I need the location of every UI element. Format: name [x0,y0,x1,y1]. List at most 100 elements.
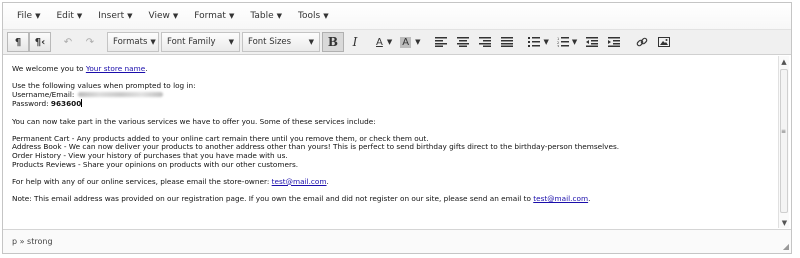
italic-button[interactable]: I [344,32,366,52]
vertical-scrollbar[interactable]: ▲ ≡ ▼ [778,56,789,228]
align-justify-button[interactable] [496,32,518,52]
background-color-button[interactable]: A ▼ [396,32,424,52]
rich-text-editor: File ▼ Edit ▼ Insert ▼ View ▼ Format ▼ Table ▼… [2,2,792,254]
editor-content[interactable]: We welcome you to Your store name. Use t… [3,56,779,228]
redo-icon: ↷ [85,36,95,48]
caret-down-icon: ▼ [386,38,393,46]
menu-file[interactable]: File ▼ [9,5,48,27]
image-icon [658,37,671,47]
menu-table-label: Table [250,11,274,21]
element-path[interactable]: p » strong [12,237,53,246]
indent-button[interactable] [603,32,625,52]
italic-icon: I [352,35,358,49]
outdent-icon [586,37,599,47]
service-item: Products Reviews - Share your opinions o… [12,159,299,169]
align-center-icon [457,37,470,47]
scrollbar-thumb[interactable] [780,69,788,213]
bullet-list-button[interactable]: ▼ [524,32,552,52]
link-icon [636,37,648,47]
background-color-icon: A [400,36,412,48]
undo-button[interactable]: ↶ [57,32,79,52]
menu-edit-label: Edit [56,11,74,21]
help-suffix: . [326,176,329,186]
font-family-label: Font Family [167,37,216,47]
scroll-down-icon[interactable]: ▼ [779,217,790,228]
caret-down-icon: ▼ [543,38,549,46]
login-paragraph: Use the following values when prompted t… [12,81,770,109]
note-text: Note: This email address was provided on… [12,193,534,203]
caret-down-icon: ▼ [228,38,234,46]
caret-down-icon: ▼ [228,12,235,20]
redo-button[interactable]: ↷ [79,32,101,52]
menu-insert-label: Insert [98,11,125,21]
caret-down-icon: ▼ [323,12,329,20]
align-center-button[interactable] [452,32,474,52]
caret-down-icon: ▼ [150,38,156,46]
menu-view[interactable]: View ▼ [141,5,187,27]
menu-insert[interactable]: Insert ▼ [90,5,140,27]
align-right-button[interactable] [474,32,496,52]
help-text: For help with any of our online services… [12,176,272,186]
username-label: Username/Email: [12,89,75,99]
svg-text:3: 3 [557,45,559,48]
ltr-button[interactable]: ¶ [7,32,29,52]
ltr-icon: ¶ [14,36,22,48]
numbered-list-button[interactable]: 1 2 3 ▼ [553,32,581,52]
statusbar: p » strong [3,229,791,253]
menu-file-label: File [17,11,33,21]
welcome-text: We welcome you to [12,64,86,73]
help-paragraph: For help with any of our online services… [12,176,770,187]
redacted-username [78,92,164,98]
formats-label: Formats [113,37,148,47]
align-right-icon [479,37,492,47]
store-link[interactable]: Your store name [86,64,145,73]
rtl-button[interactable]: ¶‹ [29,32,51,52]
bullet-list-icon [528,37,541,47]
scroll-up-icon[interactable]: ▲ [779,56,789,67]
note-paragraph: Note: This email address was provided on… [12,193,770,204]
font-family-dropdown[interactable]: Font Family ▼ [161,32,240,52]
menu-tools[interactable]: Tools ▼ [290,5,337,27]
grip-icon: ≡ [781,128,787,135]
formats-dropdown[interactable]: Formats ▼ [107,32,159,52]
align-left-icon [435,37,448,47]
help-email-link[interactable]: test@mail.com [272,177,327,186]
menubar: File ▼ Edit ▼ Insert ▼ View ▼ Format ▼ Table ▼… [3,3,791,30]
outdent-button[interactable] [581,32,603,52]
numbered-list-icon: 123 [557,37,569,47]
welcome-paragraph: We welcome you to Your store name. [12,64,770,74]
caret-down-icon: ▼ [127,12,133,20]
caret-down-icon: ▼ [172,12,179,20]
caret-down-icon: ▼ [571,38,578,46]
note-email-link[interactable]: test@mail.com [533,194,588,203]
services-paragraph: Permanent Cart - Any products added to y… [12,134,770,169]
align-left-button[interactable] [430,32,452,52]
resize-handle-icon[interactable]: ◢ [783,242,789,251]
menu-table[interactable]: Table ▼ [242,5,290,27]
font-sizes-label: Font Sizes [248,37,292,47]
text-cursor [81,99,83,108]
welcome-suffix: . [145,64,148,73]
caret-down-icon: ▼ [308,38,314,46]
menu-edit[interactable]: Edit ▼ [48,5,90,27]
caret-down-icon: ▼ [35,12,41,20]
image-button[interactable] [653,32,675,52]
align-justify-icon [501,37,514,47]
text-color-icon: A [376,36,383,48]
indent-icon [608,37,621,47]
menu-tools-label: Tools [298,11,321,21]
menu-format-label: Format [194,11,226,21]
link-button[interactable] [631,32,653,52]
menu-view-label: View [148,11,170,21]
rtl-icon: ¶‹ [34,36,46,48]
caret-down-icon: ▼ [76,12,83,20]
undo-icon: ↶ [63,36,73,48]
text-color-button[interactable]: A ▼ [372,32,396,52]
password-label: Password: [12,99,51,109]
bold-icon: B [327,35,339,49]
password-value: 963600 [50,99,82,109]
menu-format[interactable]: Format ▼ [186,5,242,27]
bold-button[interactable]: B [322,32,344,52]
font-sizes-dropdown[interactable]: Font Sizes ▼ [242,32,320,52]
caret-down-icon: ▼ [415,38,421,46]
